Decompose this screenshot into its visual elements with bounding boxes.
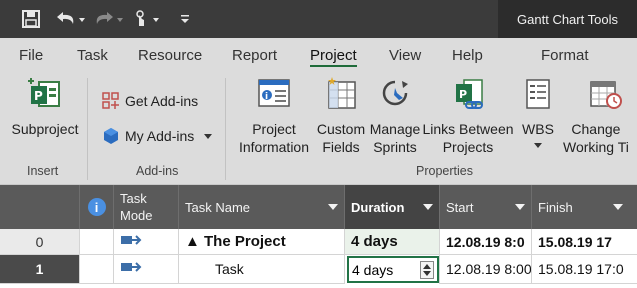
tab-help[interactable]: Help xyxy=(452,38,483,72)
chevron-down-icon xyxy=(204,133,213,139)
manage-sprints-label: Manage Sprints xyxy=(369,121,421,155)
group-separator xyxy=(87,78,88,180)
ribbon: P Subproject Insert Get Add-ins My Add-i… xyxy=(0,72,637,185)
manage-sprints-icon xyxy=(377,76,413,112)
spinner-up-icon[interactable] xyxy=(423,264,431,269)
task-grid: i Task Mode Task Name Duration Start Fin… xyxy=(0,185,637,288)
tab-project[interactable]: Project xyxy=(310,38,357,72)
start-cell[interactable]: 12.08.19 8:0 xyxy=(440,229,532,255)
manage-sprints-button[interactable]: Manage Sprints xyxy=(369,76,421,156)
wbs-label: WBS xyxy=(522,121,554,137)
duration-edit-value: 4 days xyxy=(352,261,394,278)
links-between-projects-button[interactable]: P Links Between Projects xyxy=(422,76,514,156)
duration-cell[interactable]: 4 days xyxy=(345,229,440,255)
undo-icon[interactable] xyxy=(52,6,88,32)
auto-scheduled-icon xyxy=(120,234,142,250)
wbs-icon xyxy=(520,76,556,112)
duration-edit-field[interactable]: 4 days xyxy=(347,256,439,283)
custom-fields-button[interactable]: Custom Fields xyxy=(314,76,368,156)
chevron-down-icon[interactable] xyxy=(515,204,525,210)
addins-grid-icon xyxy=(102,92,120,110)
touch-mode-icon[interactable] xyxy=(130,6,164,32)
tab-report[interactable]: Report xyxy=(232,38,277,72)
my-addins-label: My Add-ins xyxy=(125,128,195,144)
title-bar: Gantt Chart Tools xyxy=(0,0,637,38)
spinner-down-icon[interactable] xyxy=(423,271,431,276)
subproject-button[interactable]: P Subproject xyxy=(10,76,80,138)
table-row[interactable]: 1 Task 4 days 12.08.19 8:00 15.08.19 17:… xyxy=(0,255,637,284)
redo-icon[interactable] xyxy=(92,6,128,32)
save-icon[interactable] xyxy=(18,6,44,32)
tab-file[interactable]: File xyxy=(19,38,43,72)
task-name-column-header[interactable]: Task Name xyxy=(179,185,345,229)
group-label-insert: Insert xyxy=(27,164,59,178)
finish-cell[interactable]: 15.08.19 17 xyxy=(532,229,637,255)
chevron-down-icon[interactable] xyxy=(613,204,623,210)
links-between-projects-label: Links Between Projects xyxy=(422,121,514,155)
change-working-time-label: Change Working Ti xyxy=(563,121,629,155)
change-working-time-button[interactable]: Change Working Ti xyxy=(563,76,637,156)
task-name-header-label: Task Name xyxy=(185,199,251,215)
grid-header-row: i Task Mode Task Name Duration Start Fin… xyxy=(0,185,637,229)
start-header-label: Start xyxy=(446,199,474,215)
custom-fields-label: Custom Fields xyxy=(316,121,366,155)
select-all-corner[interactable] xyxy=(0,185,80,229)
svg-text:P: P xyxy=(459,88,467,101)
info-icon: i xyxy=(87,198,106,216)
project-information-label: Project Information xyxy=(238,121,310,155)
group-separator xyxy=(225,78,226,180)
subproject-label: Subproject xyxy=(11,121,79,137)
custom-fields-icon xyxy=(323,76,359,112)
my-addins-button[interactable]: My Add-ins xyxy=(102,127,213,145)
my-addins-icon xyxy=(102,127,120,145)
tab-format[interactable]: Format xyxy=(541,38,589,72)
task-mode-column-header[interactable]: Task Mode xyxy=(114,185,179,229)
start-column-header[interactable]: Start xyxy=(440,185,532,229)
row-id[interactable]: 0 xyxy=(0,229,80,255)
info-cell xyxy=(80,255,114,284)
duration-spinner[interactable] xyxy=(420,261,434,279)
chevron-down-icon[interactable] xyxy=(423,204,433,210)
ribbon-tabs: File Task Resource Report Project View H… xyxy=(0,38,637,72)
group-label-properties: Properties xyxy=(416,164,473,178)
wbs-button[interactable]: WBS xyxy=(516,76,560,148)
auto-scheduled-icon xyxy=(120,261,142,277)
tab-task[interactable]: Task xyxy=(77,38,108,72)
task-mode-cell[interactable] xyxy=(114,255,179,284)
svg-text:i: i xyxy=(265,92,268,102)
links-between-projects-icon: P xyxy=(450,76,486,112)
svg-text:P: P xyxy=(34,89,43,103)
finish-column-header[interactable]: Finish xyxy=(532,185,637,229)
subproject-icon: P xyxy=(27,76,63,112)
project-information-icon: i xyxy=(256,76,292,112)
task-name-cell[interactable]: Task xyxy=(179,255,345,284)
gantt-chart-tools-title: Gantt Chart Tools xyxy=(498,0,637,38)
chevron-down-icon xyxy=(534,143,542,148)
tab-resource[interactable]: Resource xyxy=(138,38,202,72)
info-column-header[interactable]: i xyxy=(80,185,114,229)
chevron-down-icon[interactable] xyxy=(328,204,338,210)
start-cell[interactable]: 12.08.19 8:00 xyxy=(440,255,532,284)
calendar-clock-icon xyxy=(587,76,623,112)
tab-view[interactable]: View xyxy=(389,38,421,72)
get-addins-button[interactable]: Get Add-ins xyxy=(102,92,198,110)
project-information-button[interactable]: i Project Information xyxy=(236,76,312,156)
duration-header-label: Duration xyxy=(351,199,405,215)
task-mode-cell[interactable] xyxy=(114,229,179,255)
finish-cell[interactable]: 15.08.19 17:0 xyxy=(532,255,637,284)
info-cell xyxy=(80,229,114,255)
group-label-addins: Add-ins xyxy=(136,164,179,178)
finish-header-label: Finish xyxy=(538,199,573,215)
task-name-cell[interactable]: ▲ The Project xyxy=(179,229,345,255)
table-row[interactable]: 0 ▲ The Project 4 days 12.08.19 8:0 15.0… xyxy=(0,229,637,255)
duration-column-header[interactable]: Duration xyxy=(345,185,440,229)
customize-qat-icon[interactable] xyxy=(175,6,195,32)
get-addins-label: Get Add-ins xyxy=(125,93,199,109)
row-id[interactable]: 1 xyxy=(0,255,80,284)
